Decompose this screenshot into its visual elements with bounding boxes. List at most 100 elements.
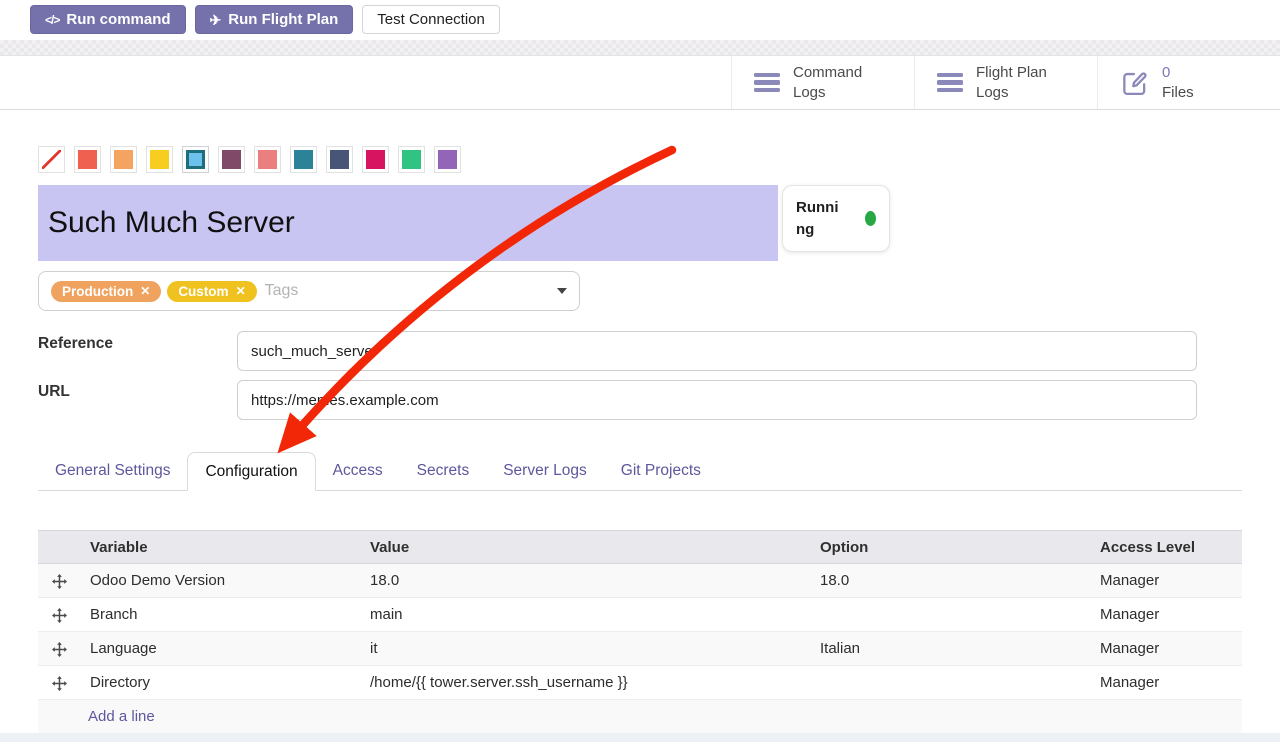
cell-option[interactable]: Italian <box>810 632 1090 666</box>
page-title: Such Much Server <box>48 206 295 240</box>
swatch-fill <box>294 150 313 169</box>
cell-variable[interactable]: Odoo Demo Version <box>80 564 360 598</box>
table-row[interactable]: Directory/home/{{ tower.server.ssh_usern… <box>38 666 1242 700</box>
swatch-fill <box>258 150 277 169</box>
cell-option[interactable] <box>810 598 1090 632</box>
tab-access[interactable]: Access <box>316 452 400 490</box>
flight-plan-logs-label-line2: Logs <box>976 83 1047 103</box>
color-swatch-9[interactable] <box>362 146 389 173</box>
cell-access-level[interactable]: Manager <box>1090 666 1242 700</box>
url-value: https://memes.example.com <box>251 392 439 409</box>
list-icon <box>937 73 963 93</box>
command-logs-button[interactable]: Command Logs <box>731 56 914 109</box>
tab-configuration[interactable]: Configuration <box>187 452 315 491</box>
swatch-fill <box>402 150 421 169</box>
tab-server-logs[interactable]: Server Logs <box>486 452 604 490</box>
table-row[interactable]: Odoo Demo Version18.018.0Manager <box>38 564 1242 598</box>
files-button[interactable]: 0 Files <box>1097 56 1280 109</box>
command-logs-label-line1: Command <box>793 63 862 83</box>
remove-tag-icon[interactable]: ✕ <box>236 285 246 297</box>
color-swatch-8[interactable] <box>326 146 353 173</box>
swatch-fill <box>222 150 241 169</box>
url-label: URL <box>38 383 70 401</box>
cell-value[interactable]: /home/{{ tower.server.ssh_username }} <box>360 666 810 700</box>
drag-handle-cell[interactable] <box>38 632 80 666</box>
color-swatch-3[interactable] <box>146 146 173 173</box>
column-header-value[interactable]: Value <box>360 531 810 564</box>
color-swatch-5[interactable] <box>218 146 245 173</box>
table-row[interactable]: LanguageitItalianManager <box>38 632 1242 666</box>
drag-handle-cell[interactable] <box>38 666 80 700</box>
run-flight-plan-button[interactable]: ✈ Run Flight Plan <box>195 5 354 34</box>
color-swatch-none[interactable] <box>38 146 65 173</box>
color-swatch-2[interactable] <box>110 146 137 173</box>
edit-icon <box>1120 68 1149 97</box>
notebook-tabs: General SettingsConfigurationAccessSecre… <box>38 452 1242 491</box>
swatch-fill <box>330 150 349 169</box>
code-icon: </> <box>45 13 59 27</box>
swatch-fill <box>150 150 169 169</box>
tab-general-settings[interactable]: General Settings <box>38 452 187 490</box>
cell-access-level[interactable]: Manager <box>1090 598 1242 632</box>
run-flight-plan-label: Run Flight Plan <box>228 11 338 28</box>
tag-label: Custom <box>178 284 228 299</box>
column-header-option[interactable]: Option <box>810 531 1090 564</box>
tags-input[interactable]: Production✕Custom✕ Tags <box>38 271 580 311</box>
reference-field[interactable]: such_much_server <box>237 331 1197 371</box>
list-icon <box>754 73 780 93</box>
table-header-row: Variable Value Option Access Level <box>38 531 1242 564</box>
cell-variable[interactable]: Language <box>80 632 360 666</box>
color-picker <box>38 146 461 173</box>
swatch-fill <box>78 150 97 169</box>
swatch-fill <box>114 150 133 169</box>
drag-handle-icon[interactable] <box>52 642 67 657</box>
cell-variable[interactable]: Branch <box>80 598 360 632</box>
status-badge[interactable]: Running <box>782 185 890 252</box>
color-swatch-10[interactable] <box>398 146 425 173</box>
run-command-label: Run command <box>66 11 170 28</box>
drag-handle-icon[interactable] <box>52 676 67 691</box>
column-header-variable[interactable]: Variable <box>80 531 360 564</box>
tab-git-projects[interactable]: Git Projects <box>604 452 718 490</box>
swatch-fill <box>366 150 385 169</box>
color-swatch-1[interactable] <box>74 146 101 173</box>
swatch-fill <box>42 150 61 169</box>
cell-value[interactable]: it <box>360 632 810 666</box>
command-logs-label-line2: Logs <box>793 83 862 103</box>
tag-pill[interactable]: Custom ✕ <box>167 281 256 302</box>
color-swatch-6[interactable] <box>254 146 281 173</box>
flight-plan-logs-label-line1: Flight Plan <box>976 63 1047 83</box>
chevron-down-icon[interactable] <box>557 288 567 294</box>
cell-access-level[interactable]: Manager <box>1090 632 1242 666</box>
server-title-block[interactable]: Such Much Server <box>38 185 778 261</box>
drag-handle-cell[interactable] <box>38 598 80 632</box>
cell-value[interactable]: main <box>360 598 810 632</box>
run-command-button[interactable]: </> Run command <box>30 5 186 34</box>
drag-handle-cell[interactable] <box>38 564 80 598</box>
column-header-access-level[interactable]: Access Level <box>1090 531 1242 564</box>
color-swatch-4[interactable] <box>182 146 209 173</box>
plane-icon: ✈ <box>210 13 222 27</box>
test-connection-label: Test Connection <box>377 11 485 28</box>
swatch-fill <box>438 150 457 169</box>
cell-option[interactable]: 18.0 <box>810 564 1090 598</box>
bottom-strip <box>0 733 1280 742</box>
cell-access-level[interactable]: Manager <box>1090 564 1242 598</box>
action-toolbar: </> Run command ✈ Run Flight Plan Test C… <box>0 0 1280 40</box>
color-swatch-7[interactable] <box>290 146 317 173</box>
flight-plan-logs-button[interactable]: Flight Plan Logs <box>914 56 1097 109</box>
tag-pill[interactable]: Production✕ <box>51 281 161 302</box>
color-swatch-11[interactable] <box>434 146 461 173</box>
files-count: 0 <box>1162 63 1194 83</box>
cell-option[interactable] <box>810 666 1090 700</box>
cell-variable[interactable]: Directory <box>80 666 360 700</box>
test-connection-button[interactable]: Test Connection <box>362 5 500 34</box>
drag-handle-icon[interactable] <box>52 608 67 623</box>
cell-value[interactable]: 18.0 <box>360 564 810 598</box>
url-field[interactable]: https://memes.example.com <box>237 380 1197 420</box>
table-row[interactable]: Branchmain Manager <box>38 598 1242 632</box>
remove-tag-icon[interactable]: ✕ <box>140 285 150 297</box>
drag-handle-icon[interactable] <box>52 574 67 589</box>
add-a-line-link[interactable]: Add a line <box>38 700 1242 734</box>
tab-secrets[interactable]: Secrets <box>400 452 487 490</box>
